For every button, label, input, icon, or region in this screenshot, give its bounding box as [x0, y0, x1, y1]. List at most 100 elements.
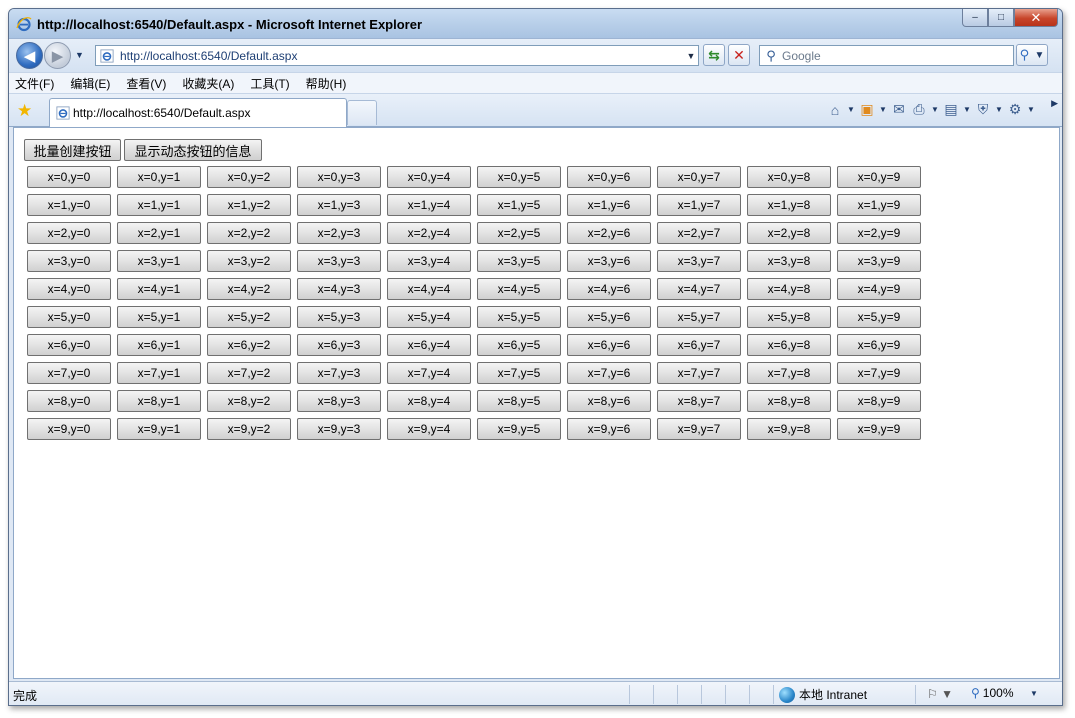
dynamic-button-x6-y5[interactable]: x=6,y=5	[477, 334, 561, 356]
dynamic-button-x8-y0[interactable]: x=8,y=0	[27, 390, 111, 412]
zoom-control[interactable]: ⚲ 100%	[971, 686, 1014, 700]
dynamic-button-x0-y8[interactable]: x=0,y=8	[747, 166, 831, 188]
dynamic-button-x4-y7[interactable]: x=4,y=7	[657, 278, 741, 300]
dynamic-button-x4-y2[interactable]: x=4,y=2	[207, 278, 291, 300]
dynamic-button-x4-y1[interactable]: x=4,y=1	[117, 278, 201, 300]
page-menu-icon[interactable]: ▤	[942, 101, 960, 118]
menu-file[interactable]: 文件(F)	[15, 75, 54, 92]
dynamic-button-x0-y3[interactable]: x=0,y=3	[297, 166, 381, 188]
dynamic-button-x8-y5[interactable]: x=8,y=5	[477, 390, 561, 412]
dynamic-button-x7-y3[interactable]: x=7,y=3	[297, 362, 381, 384]
dynamic-button-x3-y2[interactable]: x=3,y=2	[207, 250, 291, 272]
dynamic-button-x9-y0[interactable]: x=9,y=0	[27, 418, 111, 440]
dynamic-button-x3-y1[interactable]: x=3,y=1	[117, 250, 201, 272]
dynamic-button-x0-y2[interactable]: x=0,y=2	[207, 166, 291, 188]
dynamic-button-x1-y9[interactable]: x=1,y=9	[837, 194, 921, 216]
dynamic-button-x1-y6[interactable]: x=1,y=6	[567, 194, 651, 216]
new-tab-button[interactable]	[347, 100, 377, 125]
security-zone[interactable]: 本地 Intranet	[779, 686, 867, 703]
dynamic-button-x2-y2[interactable]: x=2,y=2	[207, 222, 291, 244]
dynamic-button-x5-y4[interactable]: x=5,y=4	[387, 306, 471, 328]
close-button[interactable]: ✕	[1014, 9, 1058, 27]
menu-view[interactable]: 查看(V)	[126, 75, 166, 92]
dynamic-button-x7-y8[interactable]: x=7,y=8	[747, 362, 831, 384]
menu-favorites[interactable]: 收藏夹(A)	[182, 75, 234, 92]
refresh-button[interactable]: ⇆	[703, 44, 725, 66]
dynamic-button-x9-y4[interactable]: x=9,y=4	[387, 418, 471, 440]
dynamic-button-x9-y5[interactable]: x=9,y=5	[477, 418, 561, 440]
dynamic-button-x5-y0[interactable]: x=5,y=0	[27, 306, 111, 328]
forward-button[interactable]: ▶	[44, 42, 71, 69]
dynamic-button-x2-y1[interactable]: x=2,y=1	[117, 222, 201, 244]
dynamic-button-x6-y7[interactable]: x=6,y=7	[657, 334, 741, 356]
chevron-right-icon[interactable]: ▶	[1051, 98, 1058, 109]
home-dropdown-icon[interactable]: ▼	[846, 105, 856, 114]
batch-create-button[interactable]: 批量创建按钮	[24, 139, 121, 161]
dynamic-button-x1-y3[interactable]: x=1,y=3	[297, 194, 381, 216]
dynamic-button-x2-y8[interactable]: x=2,y=8	[747, 222, 831, 244]
tools-dropdown-icon[interactable]: ▼	[1026, 105, 1036, 114]
dynamic-button-x8-y3[interactable]: x=8,y=3	[297, 390, 381, 412]
dynamic-button-x3-y5[interactable]: x=3,y=5	[477, 250, 561, 272]
dynamic-button-x5-y7[interactable]: x=5,y=7	[657, 306, 741, 328]
dynamic-button-x4-y4[interactable]: x=4,y=4	[387, 278, 471, 300]
menu-edit[interactable]: 编辑(E)	[70, 75, 110, 92]
dynamic-button-x9-y8[interactable]: x=9,y=8	[747, 418, 831, 440]
menu-tools[interactable]: 工具(T)	[250, 75, 289, 92]
safety-dropdown-icon[interactable]: ▼	[994, 105, 1004, 114]
address-dropdown-icon[interactable]: ▼	[684, 51, 698, 61]
search-button[interactable]: ⚲ ▼	[1016, 44, 1048, 66]
dynamic-button-x9-y1[interactable]: x=9,y=1	[117, 418, 201, 440]
dynamic-button-x0-y4[interactable]: x=0,y=4	[387, 166, 471, 188]
dynamic-button-x3-y6[interactable]: x=3,y=6	[567, 250, 651, 272]
feeds-dropdown-icon[interactable]: ▼	[878, 105, 888, 114]
minimize-button[interactable]: –	[962, 9, 988, 27]
dynamic-button-x5-y5[interactable]: x=5,y=5	[477, 306, 561, 328]
mail-icon[interactable]: ✉	[890, 101, 908, 118]
dynamic-button-x7-y1[interactable]: x=7,y=1	[117, 362, 201, 384]
tools-gear-icon[interactable]: ⚙	[1006, 101, 1024, 118]
dynamic-button-x2-y7[interactable]: x=2,y=7	[657, 222, 741, 244]
dynamic-button-x8-y4[interactable]: x=8,y=4	[387, 390, 471, 412]
dynamic-button-x3-y7[interactable]: x=3,y=7	[657, 250, 741, 272]
page-dropdown-icon[interactable]: ▼	[962, 105, 972, 114]
dynamic-button-x7-y7[interactable]: x=7,y=7	[657, 362, 741, 384]
dynamic-button-x9-y6[interactable]: x=9,y=6	[567, 418, 651, 440]
dynamic-button-x4-y8[interactable]: x=4,y=8	[747, 278, 831, 300]
dynamic-button-x6-y9[interactable]: x=6,y=9	[837, 334, 921, 356]
dynamic-button-x2-y0[interactable]: x=2,y=0	[27, 222, 111, 244]
dynamic-button-x5-y8[interactable]: x=5,y=8	[747, 306, 831, 328]
dynamic-button-x8-y7[interactable]: x=8,y=7	[657, 390, 741, 412]
dynamic-button-x6-y8[interactable]: x=6,y=8	[747, 334, 831, 356]
dynamic-button-x8-y8[interactable]: x=8,y=8	[747, 390, 831, 412]
dynamic-button-x4-y5[interactable]: x=4,y=5	[477, 278, 561, 300]
print-dropdown-icon[interactable]: ▼	[930, 105, 940, 114]
back-button[interactable]: ◀	[16, 42, 43, 69]
dynamic-button-x1-y8[interactable]: x=1,y=8	[747, 194, 831, 216]
dynamic-button-x3-y3[interactable]: x=3,y=3	[297, 250, 381, 272]
dynamic-button-x7-y4[interactable]: x=7,y=4	[387, 362, 471, 384]
dynamic-button-x8-y9[interactable]: x=8,y=9	[837, 390, 921, 412]
dynamic-button-x0-y9[interactable]: x=0,y=9	[837, 166, 921, 188]
dynamic-button-x5-y6[interactable]: x=5,y=6	[567, 306, 651, 328]
safety-shield-icon[interactable]: ⛨	[974, 101, 992, 118]
dynamic-button-x6-y3[interactable]: x=6,y=3	[297, 334, 381, 356]
dynamic-button-x1-y0[interactable]: x=1,y=0	[27, 194, 111, 216]
dynamic-button-x8-y1[interactable]: x=8,y=1	[117, 390, 201, 412]
dynamic-button-x0-y5[interactable]: x=0,y=5	[477, 166, 561, 188]
dynamic-button-x5-y1[interactable]: x=5,y=1	[117, 306, 201, 328]
zoom-dropdown-icon[interactable]: ▼	[1030, 689, 1038, 698]
dynamic-button-x5-y2[interactable]: x=5,y=2	[207, 306, 291, 328]
dynamic-button-x7-y9[interactable]: x=7,y=9	[837, 362, 921, 384]
dynamic-button-x4-y9[interactable]: x=4,y=9	[837, 278, 921, 300]
dynamic-button-x4-y3[interactable]: x=4,y=3	[297, 278, 381, 300]
dynamic-button-x2-y9[interactable]: x=2,y=9	[837, 222, 921, 244]
dynamic-button-x2-y3[interactable]: x=2,y=3	[297, 222, 381, 244]
dynamic-button-x0-y0[interactable]: x=0,y=0	[27, 166, 111, 188]
dynamic-button-x7-y5[interactable]: x=7,y=5	[477, 362, 561, 384]
dynamic-button-x6-y1[interactable]: x=6,y=1	[117, 334, 201, 356]
dynamic-button-x6-y0[interactable]: x=6,y=0	[27, 334, 111, 356]
search-options-dropdown-icon[interactable]: ▼	[1034, 50, 1044, 61]
dynamic-button-x4-y6[interactable]: x=4,y=6	[567, 278, 651, 300]
history-dropdown-icon[interactable]: ▼	[75, 50, 84, 60]
